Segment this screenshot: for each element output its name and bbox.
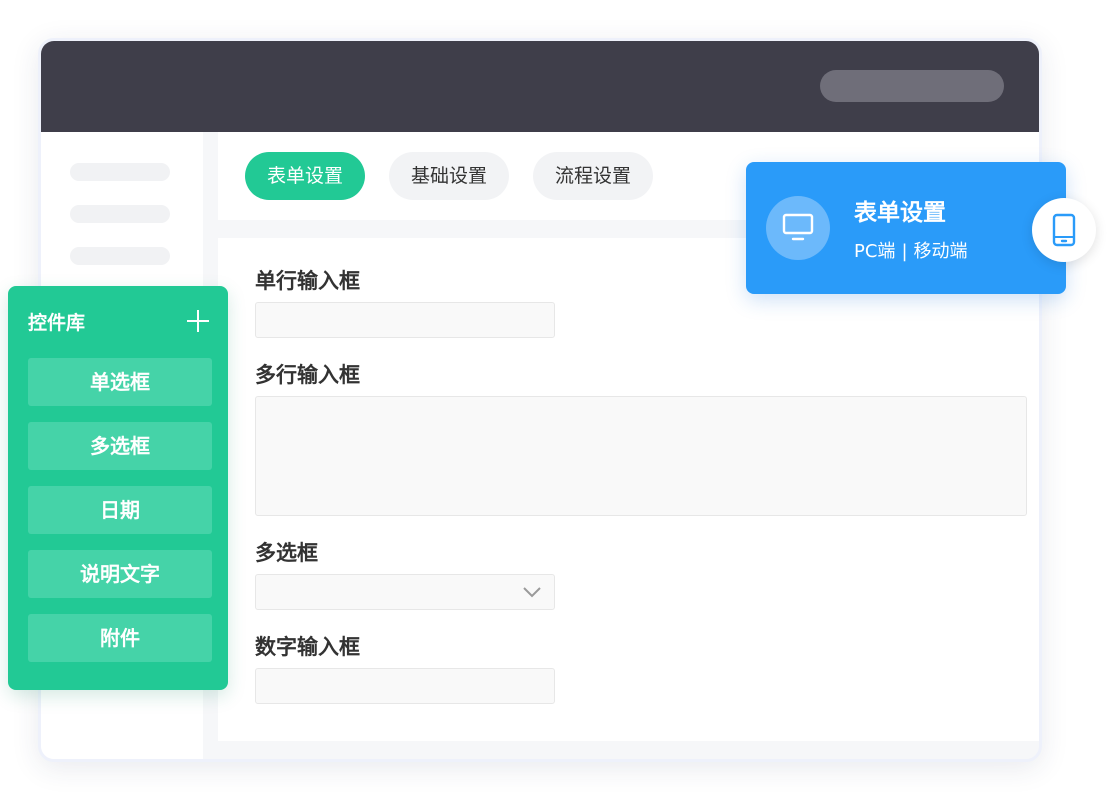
widget-checkbox[interactable]: 多选框 <box>28 422 212 470</box>
pc-label: PC端 <box>854 241 896 262</box>
number-input[interactable] <box>255 668 555 704</box>
tab-form-settings[interactable]: 表单设置 <box>245 152 365 200</box>
sidebar-item-placeholder[interactable] <box>70 163 170 181</box>
mobile-toggle[interactable] <box>1032 198 1096 262</box>
monitor-icon <box>782 213 814 241</box>
tab-basic-settings[interactable]: 基础设置 <box>389 152 509 200</box>
chevron-down-icon <box>523 587 541 598</box>
widget-attachment[interactable]: 附件 <box>28 614 212 662</box>
widget-library-title: 控件库 <box>28 312 86 334</box>
pc-toggle[interactable] <box>766 196 830 260</box>
sidebar-item-placeholder[interactable] <box>70 247 170 265</box>
stage: 表单设置 基础设置 流程设置 单行输入框 多行输入框 多选框 数字输入框 控件库 <box>0 0 1120 800</box>
widget-radio[interactable]: 单选框 <box>28 358 212 406</box>
form-settings-card: 表单设置 PC端 | 移动端 <box>746 162 1066 294</box>
card-platforms: PC端 | 移动端 <box>854 237 968 263</box>
field-label-multi-line: 多行输入框 <box>255 363 360 387</box>
header-search-placeholder[interactable] <box>820 70 1004 102</box>
tablet-icon <box>1052 213 1076 247</box>
multi-line-textarea[interactable] <box>255 396 1027 516</box>
field-label-number: 数字输入框 <box>255 635 360 659</box>
mobile-label: 移动端 <box>913 241 968 262</box>
checkbox-select[interactable] <box>255 574 555 610</box>
widget-date[interactable]: 日期 <box>28 486 212 534</box>
card-title: 表单设置 <box>854 200 946 226</box>
window-header <box>41 41 1039 132</box>
widget-library: 控件库 单选框 多选框 日期 说明文字 附件 <box>8 286 228 690</box>
sidebar-item-placeholder[interactable] <box>70 205 170 223</box>
field-label-single-line: 单行输入框 <box>255 269 360 293</box>
plus-icon[interactable] <box>186 309 210 333</box>
form-preview: 单行输入框 多行输入框 多选框 数字输入框 <box>218 238 1039 741</box>
widget-description-text[interactable]: 说明文字 <box>28 550 212 598</box>
platform-separator: | <box>901 241 908 262</box>
field-label-checkbox: 多选框 <box>255 541 318 565</box>
tab-process-settings[interactable]: 流程设置 <box>533 152 653 200</box>
single-line-input[interactable] <box>255 302 555 338</box>
